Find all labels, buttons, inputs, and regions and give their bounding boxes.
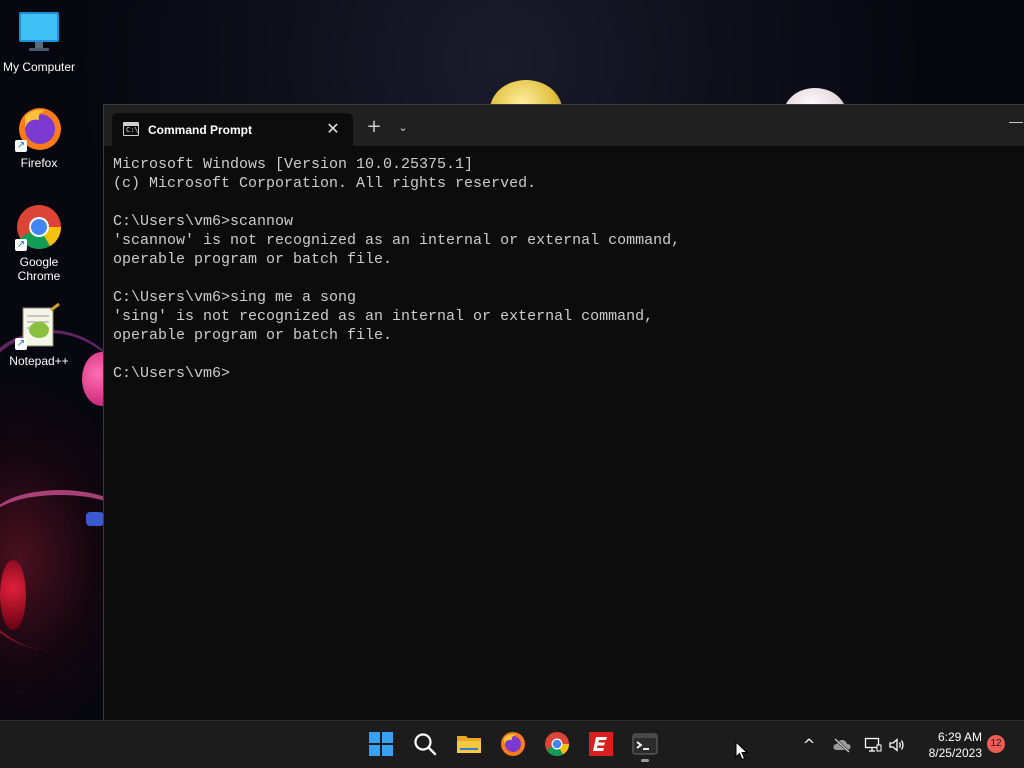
console-line: C:\Users\vm6>scannow	[113, 213, 294, 230]
show-hidden-icons-button[interactable]: ^	[798, 721, 820, 768]
taskbar: ^ 6:29 AM 8/25/2023	[0, 720, 1024, 768]
console-line: C:\Users\vm6>sing me a song	[113, 289, 357, 306]
wallpaper-blob	[0, 560, 26, 630]
shortcut-arrow-icon: ↗	[15, 338, 27, 350]
desktop-icon-label: Notepad++	[9, 354, 69, 368]
console-line: C:\Users\vm6>	[113, 365, 231, 382]
console-line: operable program or batch file.	[113, 251, 393, 268]
red-app-icon[interactable]	[588, 731, 614, 757]
start-icon[interactable]	[368, 731, 394, 757]
wallpaper-blob	[86, 512, 104, 526]
firefox-icon: ↗	[15, 104, 63, 152]
mouse-cursor-icon	[735, 740, 749, 761]
close-tab-button[interactable]: ✕	[322, 119, 344, 139]
network-icon[interactable]	[862, 721, 884, 768]
desktop-icon-label: Firefox	[20, 156, 58, 170]
notepadpp-icon: ↗	[15, 302, 63, 350]
cmd-icon: C:\	[123, 122, 139, 136]
firefox-icon[interactable]	[500, 731, 526, 757]
minimize-button[interactable]: —	[1008, 113, 1024, 133]
desktop-icon-label: Google Chrome	[17, 255, 61, 283]
tab-dropdown-button[interactable]: ⌄	[392, 117, 414, 139]
desktop-icon-my-computer[interactable]: My Computer	[0, 8, 78, 74]
shortcut-arrow-icon: ↗	[15, 239, 27, 251]
chrome-icon[interactable]	[544, 731, 570, 757]
terminal-icon[interactable]	[632, 731, 658, 757]
console-line: 'sing' is not recognized as an internal …	[113, 308, 654, 325]
tab-command-prompt[interactable]: C:\ Command Prompt ✕	[112, 113, 353, 146]
clock-time: 6:29 AM	[937, 730, 982, 744]
desktop-icon-notepadpp[interactable]: ↗ Notepad++	[0, 302, 78, 368]
file-explorer-icon[interactable]	[456, 731, 482, 757]
desktop-icon-firefox[interactable]: ↗ Firefox	[0, 104, 78, 170]
notification-badge[interactable]: 12	[987, 735, 1005, 753]
active-app-indicator	[641, 759, 649, 762]
chrome-icon: ↗	[15, 203, 63, 251]
clock-date: 8/25/2023	[928, 746, 982, 760]
tab-title: Command Prompt	[148, 123, 253, 137]
search-icon[interactable]	[412, 731, 438, 757]
console-output[interactable]: Microsoft Windows [Version 10.0.25375.1]…	[113, 155, 1013, 715]
console-line: Microsoft Windows [Version 10.0.25375.1]	[113, 156, 474, 173]
shortcut-arrow-icon: ↗	[15, 140, 27, 152]
desktop-icon-label: My Computer	[2, 60, 76, 74]
console-line: operable program or batch file.	[113, 327, 393, 344]
volume-icon[interactable]	[886, 721, 908, 768]
onedrive-offline-icon[interactable]	[830, 721, 854, 768]
new-tab-button[interactable]: +	[362, 117, 386, 139]
clock[interactable]: 6:29 AM 8/25/2023	[918, 729, 982, 761]
desktop-icon-chrome[interactable]: ↗ Google Chrome	[0, 203, 78, 283]
console-line: 'scannow' is not recognized as an intern…	[113, 232, 681, 249]
monitor-icon	[15, 8, 63, 56]
console-line: (c) Microsoft Corporation. All rights re…	[113, 175, 537, 192]
title-bar[interactable]: C:\ Command Prompt ✕ + ⌄ —	[104, 105, 1024, 146]
terminal-window[interactable]: C:\ Command Prompt ✕ + ⌄ — Microsoft Win…	[103, 104, 1024, 720]
